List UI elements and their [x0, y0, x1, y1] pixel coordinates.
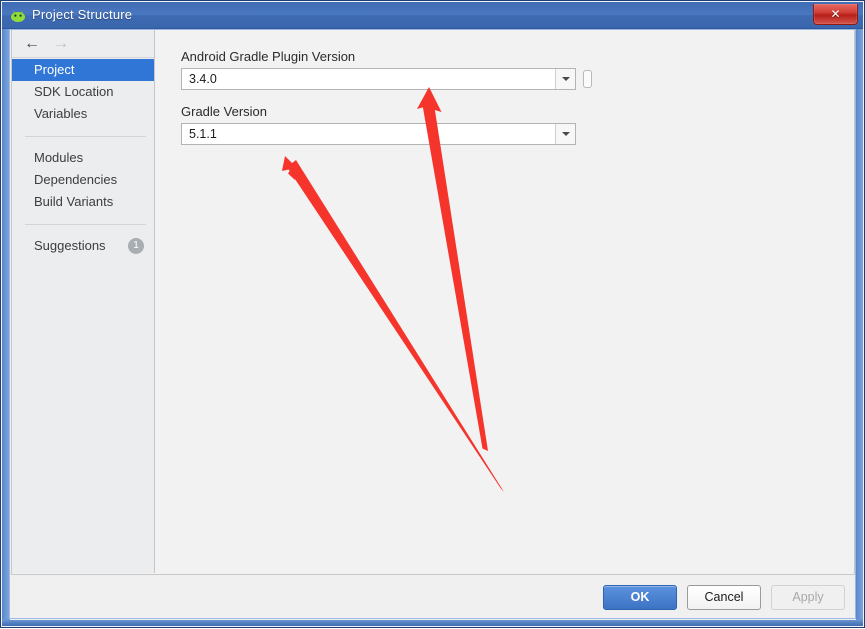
sidebar-item-label: Build Variants	[34, 194, 114, 209]
window-frame-bottom	[2, 619, 863, 626]
window-frame-right	[856, 29, 863, 626]
apply-button: Apply	[771, 585, 845, 610]
close-icon[interactable]: ✕	[813, 4, 858, 25]
sidebar-item-label: Modules	[34, 150, 84, 165]
main-pane: Android Gradle Plugin Version 3.4.0 Grad…	[156, 30, 854, 574]
sidebar-item-label: Variables	[34, 106, 88, 121]
sidebar-list: Project SDK Location Variables Modules D…	[12, 59, 154, 257]
plugin-version-side-button[interactable]	[583, 70, 592, 88]
dialog-body: ← → Project SDK Location Variables Modul…	[10, 30, 856, 620]
sidebar-divider	[25, 224, 146, 225]
back-arrow-icon[interactable]: ←	[21, 34, 43, 54]
sidebar-item-label: SDK Location	[34, 84, 114, 99]
forward-arrow-icon[interactable]: →	[50, 34, 72, 54]
android-gradle-plugin-version-value[interactable]: 3.4.0	[182, 69, 555, 89]
sidebar-item-variables[interactable]: Variables	[12, 103, 154, 125]
sidebar-item-build-variants[interactable]: Build Variants	[12, 191, 154, 213]
window-frame-left	[2, 29, 9, 626]
window-title: Project Structure	[32, 7, 133, 22]
cancel-button[interactable]: Cancel	[687, 585, 761, 610]
sidebar: ← → Project SDK Location Variables Modul…	[12, 30, 155, 573]
chevron-down-icon[interactable]	[555, 124, 575, 144]
sidebar-item-label: Dependencies	[34, 172, 118, 187]
sidebar-item-sdk-location[interactable]: SDK Location	[12, 81, 154, 103]
sidebar-nav-bar: ← →	[12, 30, 154, 58]
gradle-version-label: Gradle Version	[181, 104, 267, 119]
android-studio-icon	[10, 8, 26, 24]
sidebar-item-project[interactable]: Project	[12, 59, 154, 81]
sidebar-item-suggestions[interactable]: Suggestions 1	[12, 235, 154, 257]
sidebar-item-dependencies[interactable]: Dependencies	[12, 169, 154, 191]
dialog-footer: OK Cancel Apply	[11, 576, 855, 619]
sidebar-item-label: Suggestions	[34, 238, 106, 253]
sidebar-item-label: Project	[34, 62, 75, 77]
ok-button[interactable]: OK	[603, 585, 677, 610]
android-gradle-plugin-version-combo[interactable]: 3.4.0	[181, 68, 576, 90]
title-bar: Project Structure ✕	[2, 2, 863, 29]
status-badge: 1	[128, 238, 144, 254]
project-structure-dialog: Project Structure ✕ ← → Project SDK Loca…	[0, 0, 865, 628]
chevron-down-icon[interactable]	[555, 69, 575, 89]
sidebar-divider	[25, 136, 146, 137]
gradle-version-combo[interactable]: 5.1.1	[181, 123, 576, 145]
android-gradle-plugin-version-label: Android Gradle Plugin Version	[181, 49, 356, 64]
sidebar-item-modules[interactable]: Modules	[12, 147, 154, 169]
content-card: ← → Project SDK Location Variables Modul…	[11, 30, 855, 575]
gradle-version-value[interactable]: 5.1.1	[182, 124, 555, 144]
